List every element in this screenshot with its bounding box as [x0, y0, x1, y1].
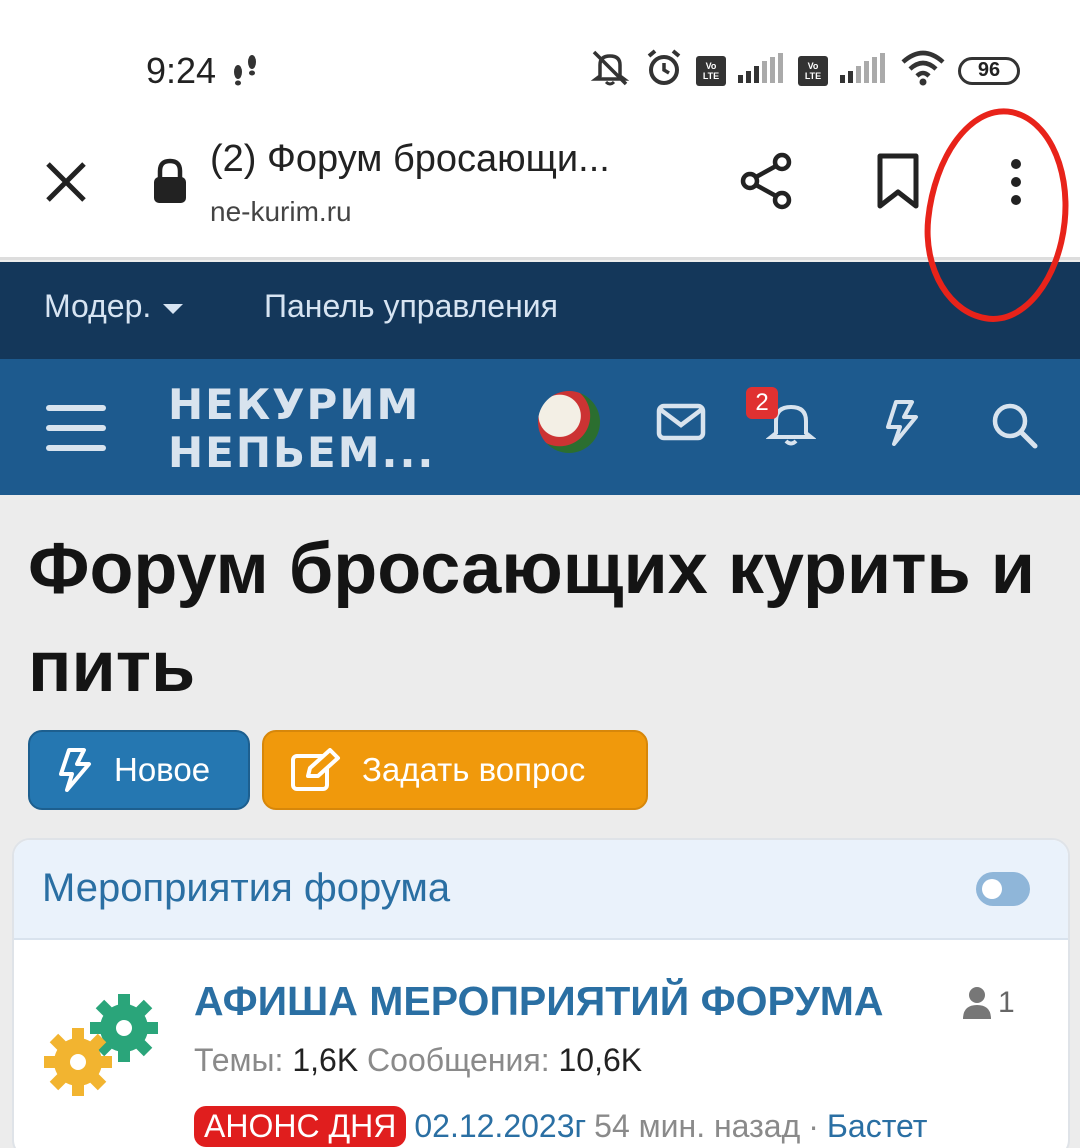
- avatar[interactable]: [538, 391, 600, 453]
- notification-badge: 2: [746, 387, 778, 419]
- last-thread-link[interactable]: 02.12.2023г: [414, 1108, 586, 1145]
- moderator-menu-label: Модер.: [44, 288, 152, 324]
- search-icon[interactable]: [990, 401, 1038, 454]
- page-tab-title[interactable]: (2) Форум бросающи...: [210, 138, 610, 181]
- gears-icon: [42, 990, 172, 1105]
- threads-label: Темы:: [194, 1042, 284, 1078]
- site-logo[interactable]: НЕКУРИМ НЕПЬЕМ...: [168, 381, 435, 477]
- edit-icon: [291, 748, 340, 791]
- logo-line-1: НЕКУРИМ: [168, 380, 421, 429]
- viewers-count: 1: [962, 986, 1015, 1020]
- alarm-icon: [644, 48, 684, 93]
- new-posts-label: Новое: [114, 751, 211, 788]
- close-icon[interactable]: [40, 156, 92, 213]
- moderator-menu[interactable]: Модер.: [44, 288, 184, 325]
- last-post-info: АНОНС ДНЯ 02.12.2023г 54 мин. назад · Ба…: [194, 1106, 927, 1147]
- collapse-toggle[interactable]: [976, 872, 1030, 906]
- mail-icon[interactable]: [656, 403, 706, 446]
- signal-icon-2: [840, 53, 888, 88]
- page-url[interactable]: ne-kurim.ru: [210, 196, 352, 228]
- logo-line-2: НЕПЬЕМ...: [168, 428, 436, 477]
- mute-icon: [588, 48, 632, 93]
- wifi-icon: [900, 50, 946, 91]
- lightning-icon: [59, 748, 91, 792]
- new-posts-button[interactable]: Новое: [28, 730, 250, 810]
- caret-down-icon: [163, 303, 184, 314]
- forum-node-stats: Темы: 1,6K Сообщения: 10,6K: [194, 1042, 642, 1079]
- status-bar: 9:24 Vo LTE Vo LTE 96: [0, 0, 1080, 120]
- control-panel-link[interactable]: Панель управления: [264, 288, 558, 325]
- browser-toolbar: (2) Форум бросающи... ne-kurim.ru: [0, 120, 1080, 260]
- volte-icon: Vo LTE: [696, 55, 726, 86]
- messages-label: Сообщения:: [367, 1042, 550, 1078]
- separator: ·: [808, 1108, 819, 1144]
- bookmark-icon[interactable]: [872, 152, 924, 215]
- user-icon: [963, 987, 991, 1019]
- moderator-bar: Модер. Панель управления: [0, 262, 1080, 359]
- status-time: 9:24: [146, 50, 217, 91]
- prefix-badge[interactable]: АНОНС ДНЯ: [194, 1106, 407, 1147]
- volte-icon-2: Vo LTE: [798, 55, 828, 86]
- hamburger-menu-icon[interactable]: [46, 403, 106, 460]
- threads-value: 1,6K: [292, 1042, 359, 1078]
- category-title[interactable]: Мероприятия форума: [42, 866, 450, 911]
- footsteps-icon: [228, 52, 262, 91]
- forum-category-block: Мероприятия форума АФИША МЕРОПРИЯТИЙ ФОР…: [12, 838, 1070, 1148]
- ask-question-label: Задать вопрос: [362, 751, 586, 788]
- forum-node-title[interactable]: АФИША МЕРОПРИЯТИЙ ФОРУМА: [194, 978, 884, 1025]
- lightning-icon[interactable]: [882, 399, 922, 452]
- messages-value: 10,6K: [558, 1042, 643, 1078]
- signal-icon: [738, 53, 786, 88]
- battery-indicator: 96: [958, 56, 1020, 85]
- category-header: Мероприятия форума: [14, 840, 1068, 940]
- share-icon[interactable]: [738, 150, 796, 217]
- more-options-icon[interactable]: [996, 156, 1036, 217]
- page-title: Форум бросающих курить и пить: [28, 529, 1035, 707]
- ask-question-button[interactable]: Задать вопрос: [262, 730, 648, 810]
- lock-icon[interactable]: [152, 158, 188, 209]
- site-header: НЕКУРИМ НЕПЬЕМ... 2: [0, 359, 1080, 495]
- viewers-count-value: 1: [998, 986, 1015, 1019]
- last-post-user[interactable]: Бастет: [827, 1108, 927, 1145]
- last-post-time: 54 мин. назад: [594, 1108, 801, 1144]
